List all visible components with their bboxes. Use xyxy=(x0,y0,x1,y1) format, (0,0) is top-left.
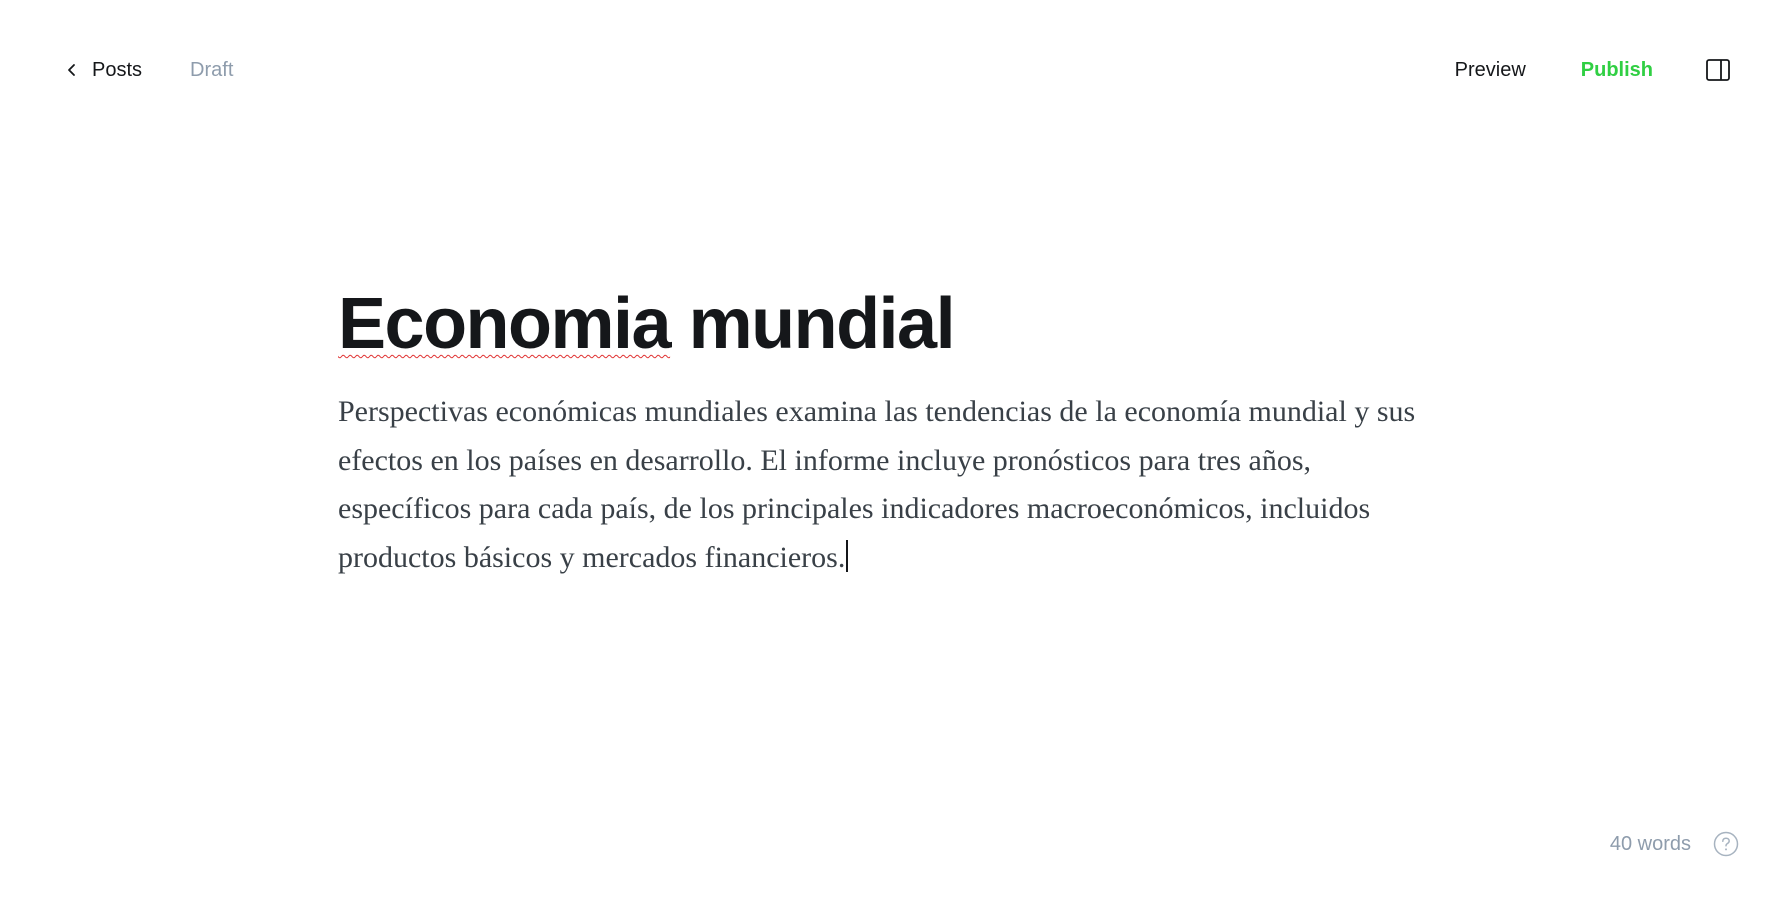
back-link-label: Posts xyxy=(92,58,143,81)
editor-header-right: Preview Publish xyxy=(1455,56,1731,84)
post-title-word-2: mundial xyxy=(670,284,956,364)
post-editor: Economia mundial Perspectivas económicas… xyxy=(338,280,1428,582)
question-circle-icon[interactable] xyxy=(1713,831,1739,857)
text-cursor xyxy=(846,539,849,572)
post-title[interactable]: Economia mundial xyxy=(338,280,1428,368)
editor-footer: 40 words xyxy=(1610,830,1739,858)
word-count: 40 words xyxy=(1609,832,1691,855)
post-body-text: Perspectivas económicas mundiales examin… xyxy=(338,395,1416,574)
editor-header-left: Posts Draft xyxy=(64,56,233,84)
sidebar-panel-icon[interactable] xyxy=(1705,58,1731,82)
publish-button[interactable]: Publish xyxy=(1581,59,1653,82)
post-body[interactable]: Perspectivas económicas mundiales examin… xyxy=(338,388,1428,582)
post-status: Draft xyxy=(190,58,234,81)
preview-button[interactable]: Preview xyxy=(1455,59,1526,82)
back-to-posts-link[interactable]: Posts xyxy=(64,59,142,82)
chevron-left-icon xyxy=(64,62,80,78)
editor-page: Posts Draft Preview Publish Economia mun… xyxy=(0,0,1779,908)
post-title-word-1: Economia xyxy=(338,284,672,364)
